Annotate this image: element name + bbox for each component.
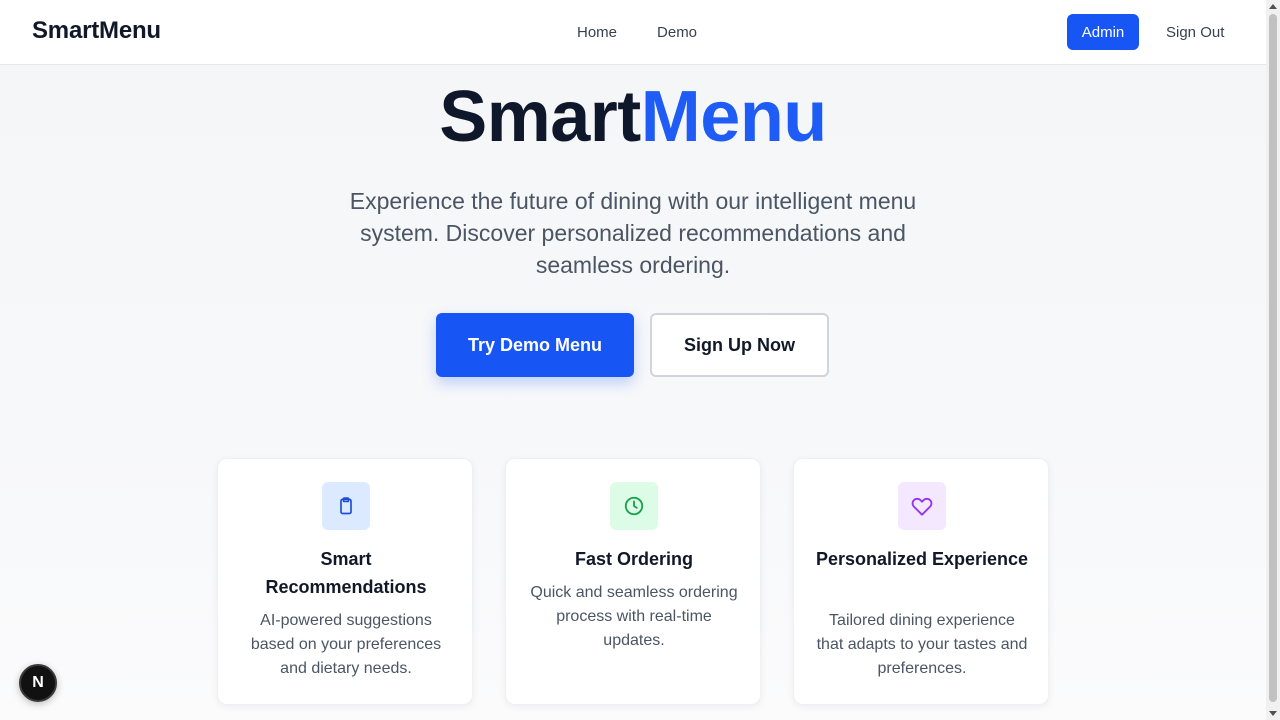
clipboard-icon xyxy=(322,482,370,530)
feature-card-fast-ordering: Fast Ordering Quick and seamless orderin… xyxy=(505,458,761,705)
feature-card-personalized-experience: Personalized Experience Tailored dining … xyxy=(793,458,1049,705)
admin-button[interactable]: Admin xyxy=(1067,14,1139,50)
try-demo-menu-button[interactable]: Try Demo Menu xyxy=(436,313,634,377)
landing-page: SmartMenu Home Demo Admin Sign Out Smart… xyxy=(0,0,1266,720)
heart-icon xyxy=(898,482,946,530)
vertical-scrollbar[interactable] xyxy=(1266,0,1280,720)
feature-title: Personalized Experience xyxy=(815,549,1029,569)
top-navbar: SmartMenu Home Demo Admin Sign Out xyxy=(0,0,1266,65)
feature-title: Fast Ordering xyxy=(574,549,694,569)
hero-title-menu: Menu xyxy=(640,77,827,157)
feature-card-smart-recommendations: Smart Recommendations AI-powered suggest… xyxy=(217,458,473,705)
scroll-up-arrow-icon[interactable] xyxy=(1269,4,1277,9)
hero-title-smart: Smart xyxy=(439,77,641,157)
scroll-thumb[interactable] xyxy=(1269,14,1277,702)
hero-title: SmartMenu xyxy=(0,76,1266,158)
brand-logo[interactable]: SmartMenu xyxy=(32,17,161,45)
feature-description: Quick and seamless ordering process with… xyxy=(530,584,738,649)
main-nav: Home Demo xyxy=(577,24,697,41)
feature-title: Smart Recommendations xyxy=(265,549,427,597)
sign-out-link[interactable]: Sign Out xyxy=(1166,24,1224,41)
nav-link-home[interactable]: Home xyxy=(577,24,617,41)
sign-up-now-button[interactable]: Sign Up Now xyxy=(650,313,829,377)
feature-description: Tailored dining experience that adapts t… xyxy=(816,612,1028,677)
nextjs-dev-badge[interactable]: N xyxy=(19,664,57,702)
feature-description: AI-powered suggestions based on your pre… xyxy=(250,612,442,677)
scroll-down-arrow-icon[interactable] xyxy=(1269,711,1277,716)
nav-link-demo[interactable]: Demo xyxy=(657,24,697,41)
hero-subtitle: Experience the future of dining with our… xyxy=(349,188,917,278)
clock-icon xyxy=(610,482,658,530)
